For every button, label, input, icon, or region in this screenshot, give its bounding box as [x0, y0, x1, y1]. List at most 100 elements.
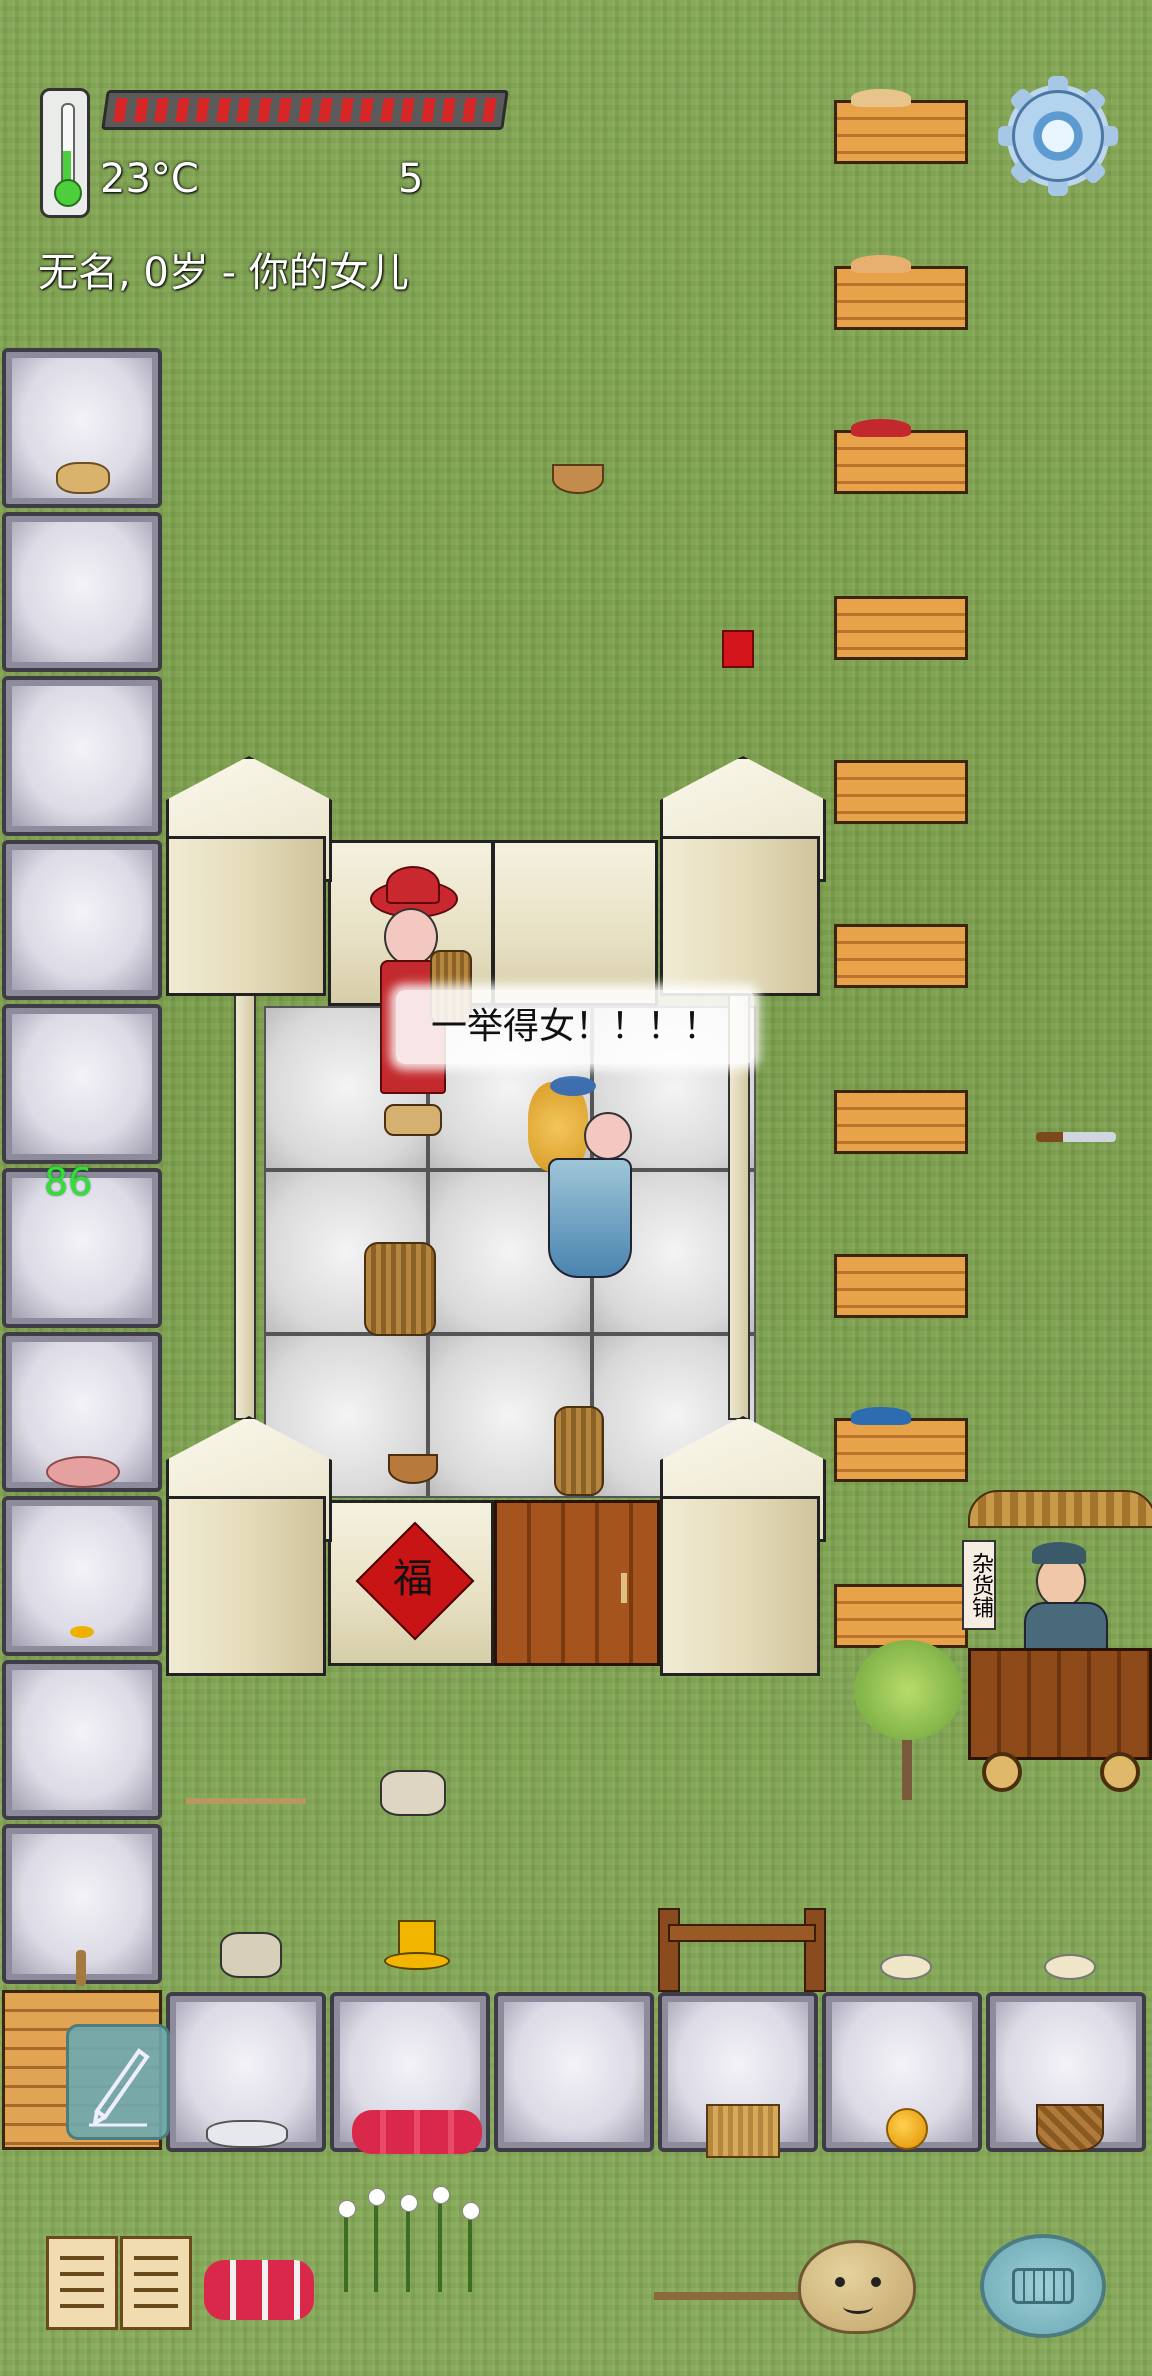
woven-basket[interactable]	[1036, 2104, 1104, 2152]
food-pip	[441, 98, 456, 122]
gear-icon[interactable]	[998, 76, 1118, 196]
food-pip	[215, 98, 231, 122]
pencil-icon[interactable]	[66, 2024, 170, 2140]
food-pip	[174, 98, 190, 122]
tower-body	[660, 1496, 820, 1676]
storage-crate[interactable]	[834, 924, 968, 988]
top-hat[interactable]	[384, 1920, 450, 1972]
food-count: 5	[398, 156, 424, 202]
cart-wheel	[982, 1752, 1022, 1792]
book-lines	[134, 2256, 178, 2260]
fence-post	[804, 1908, 826, 1992]
food-pip	[277, 98, 292, 122]
straw-bundle[interactable]	[56, 462, 110, 494]
food-pip	[318, 98, 333, 122]
stall-roof	[968, 1490, 1152, 1528]
door-handle[interactable]	[621, 1573, 627, 1603]
rabbit-pelts[interactable]	[204, 2260, 314, 2320]
clay-bowl[interactable]	[552, 464, 604, 494]
knife[interactable]	[1036, 1132, 1116, 1142]
book-icon[interactable]	[46, 2236, 194, 2334]
bowl-item[interactable]	[388, 1454, 438, 1484]
backpack-item[interactable]	[554, 1406, 604, 1496]
wall-block	[492, 840, 658, 1006]
flower-stem	[344, 2206, 348, 2292]
stall-sign: 杂货铺	[962, 1540, 996, 1630]
storage-crate[interactable]	[834, 760, 968, 824]
pencil-glyph	[89, 2048, 150, 2127]
stone-tile	[2, 1660, 162, 1820]
flower-head	[338, 2200, 356, 2218]
potato-face-icon[interactable]	[798, 2240, 916, 2334]
orange-fruit[interactable]	[886, 2108, 928, 2150]
coordinate-number: 86	[44, 1160, 93, 1204]
storage-crate[interactable]	[834, 419, 968, 494]
gear-hub	[1012, 90, 1104, 182]
food-pip	[482, 98, 497, 122]
wildflowers[interactable]	[334, 2186, 490, 2296]
peg[interactable]	[76, 1950, 86, 1986]
flower-head	[368, 2188, 386, 2206]
tower-bottom-left	[166, 1416, 332, 1736]
stone-tile	[2, 840, 162, 1000]
rope[interactable]	[654, 2292, 804, 2300]
food-pip	[297, 98, 313, 122]
small-item[interactable]	[70, 1626, 94, 1638]
fence-rail	[668, 1924, 816, 1942]
food-pip	[195, 98, 210, 122]
storage-crate[interactable]	[834, 255, 968, 330]
raw-meat[interactable]	[46, 1456, 120, 1488]
food-pip	[133, 98, 149, 122]
flint-chip[interactable]	[206, 2120, 288, 2148]
storage-crate[interactable]	[834, 596, 968, 660]
charm-text: 福	[393, 1556, 433, 1602]
keyboard-icon[interactable]	[980, 2234, 1106, 2338]
crate-contents	[851, 89, 911, 107]
stone-pile[interactable]	[380, 1770, 446, 1816]
flower-head	[400, 2194, 418, 2212]
stone-tile	[494, 1992, 654, 2152]
food-pip	[400, 98, 415, 122]
shoes	[384, 1104, 442, 1136]
book-lines	[60, 2256, 104, 2260]
blue-headband	[550, 1076, 596, 1096]
blue-dress	[548, 1158, 632, 1278]
red-envelope[interactable]	[722, 630, 754, 668]
flower-stem	[438, 2190, 442, 2292]
food-pip	[379, 98, 395, 122]
flower-stem	[406, 2200, 410, 2292]
storage-crate[interactable]	[834, 1407, 968, 1482]
merchant-hat	[1032, 1542, 1086, 1564]
player-holding-baby[interactable]	[524, 1068, 644, 1278]
grass-skirt[interactable]	[706, 2104, 780, 2158]
wooden-fence[interactable]	[658, 1908, 826, 1992]
character-label: 无名, 0岁 - 你的女儿	[38, 250, 409, 296]
small-tree[interactable]	[846, 1640, 970, 1800]
storage-crate[interactable]	[834, 1254, 968, 1318]
rabbit-pelts[interactable]	[352, 2110, 482, 2154]
backpack-item[interactable]	[364, 1242, 436, 1336]
tower-top-left	[166, 756, 332, 1056]
temperature-readout: 23°C	[100, 156, 199, 202]
food-pip	[236, 98, 251, 122]
stall-counter	[968, 1648, 1152, 1760]
seed-pile[interactable]	[1044, 1954, 1096, 1980]
merchant-stall[interactable]: 杂货铺	[940, 1490, 1152, 1812]
fence-post	[658, 1908, 680, 1992]
book-right-page	[120, 2236, 192, 2330]
baby-face	[584, 1112, 632, 1160]
storage-crate[interactable]	[834, 89, 968, 164]
crate-contents	[851, 1407, 911, 1425]
stone-tile	[2, 676, 162, 836]
food-pip	[256, 98, 272, 122]
food-pip	[113, 98, 128, 122]
wooden-door[interactable]	[494, 1500, 660, 1666]
stick[interactable]	[186, 1798, 306, 1804]
storage-crate[interactable]	[834, 1090, 968, 1154]
crate-contents	[851, 255, 911, 273]
fu-charm: 福	[355, 1521, 475, 1641]
thermometer-icon	[40, 88, 90, 218]
stone-pile[interactable]	[220, 1932, 282, 1978]
seed-pile[interactable]	[880, 1954, 932, 1980]
stone-tile	[2, 512, 162, 672]
